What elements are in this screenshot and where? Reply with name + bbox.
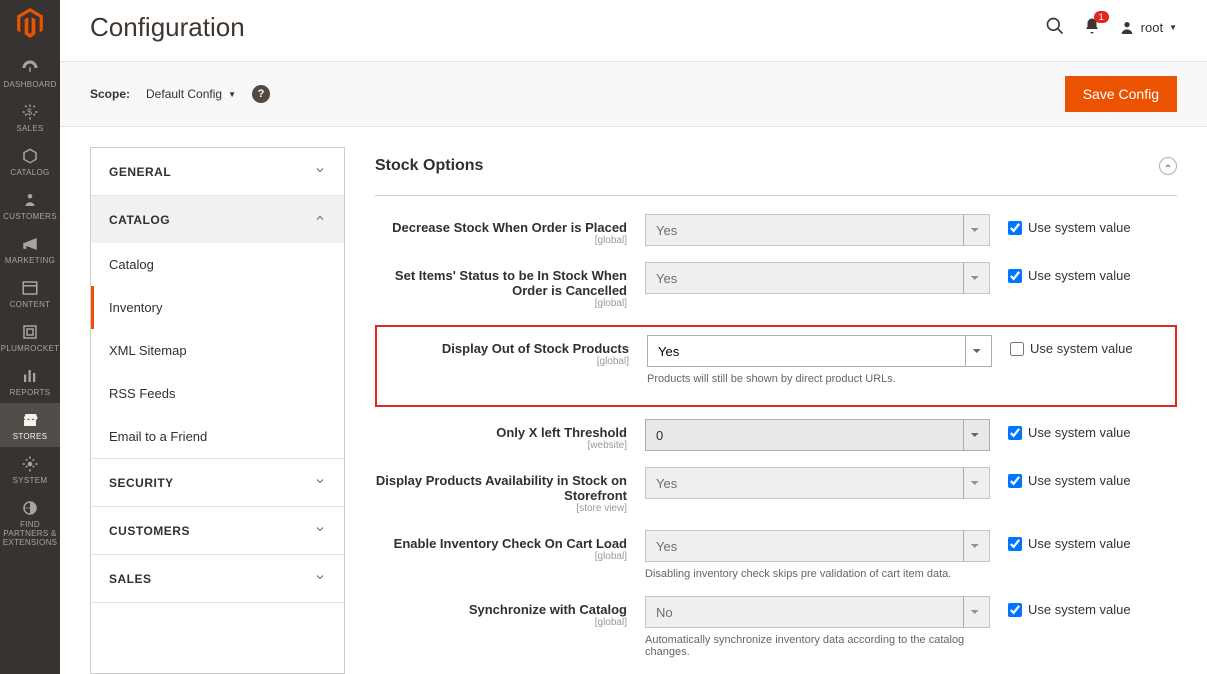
- nav-reports[interactable]: REPORTS: [0, 359, 60, 403]
- nav-system[interactable]: SYSTEM: [0, 447, 60, 491]
- collapse-icon[interactable]: [1159, 157, 1177, 175]
- field-sync-catalog: Synchronize with Catalog[global] NoAutom…: [375, 596, 1177, 658]
- field-inv-check: Enable Inventory Check On Cart Load[glob…: [375, 530, 1177, 580]
- checkbox-display-oos-system[interactable]: [1010, 342, 1024, 356]
- nav-find-partners[interactable]: FIND PARTNERS & EXTENSIONS: [0, 491, 60, 553]
- sidebar-section-general[interactable]: GENERAL: [91, 148, 344, 195]
- sidebar-section-customers[interactable]: CUSTOMERS: [91, 507, 344, 554]
- field-only-x: Only X left Threshold[website] Use syste…: [375, 419, 1177, 451]
- chevron-down-icon: [314, 523, 326, 538]
- caret-down-icon: ▼: [1169, 23, 1177, 32]
- username: root: [1141, 20, 1163, 35]
- select-set-instock: Yes: [645, 262, 990, 294]
- svg-text:$: $: [27, 107, 32, 117]
- user-menu[interactable]: root ▼: [1119, 20, 1177, 36]
- nav-stores[interactable]: STORES: [0, 403, 60, 447]
- chevron-down-icon: [314, 571, 326, 586]
- sidebar-section-sales[interactable]: SALES: [91, 555, 344, 602]
- help-icon[interactable]: ?: [252, 85, 270, 103]
- field-decrease-stock: Decrease Stock When Order is Placed[glob…: [375, 214, 1177, 246]
- sidebar-section-catalog[interactable]: CATALOG: [91, 196, 344, 243]
- field-set-instock: Set Items' Status to be In Stock When Or…: [375, 262, 1177, 309]
- field-display-oos: Display Out of Stock Products[global] Ye…: [377, 335, 1175, 385]
- config-sidebar: GENERAL CATALOG Catalog Inventory XML Si…: [90, 147, 345, 674]
- sidebar-item-rss-feeds[interactable]: RSS Feeds: [91, 372, 344, 415]
- notification-count: 1: [1094, 11, 1109, 23]
- chevron-up-icon: [314, 212, 326, 227]
- nav-marketing[interactable]: MARKETING: [0, 227, 60, 271]
- chevron-down-icon: [314, 475, 326, 490]
- checkbox-sync-catalog-system[interactable]: [1008, 603, 1022, 617]
- checkbox-inv-check-system[interactable]: [1008, 537, 1022, 551]
- config-form: Stock Options Decrease Stock When Order …: [375, 147, 1177, 674]
- sidebar-item-inventory[interactable]: Inventory: [91, 286, 344, 329]
- nav-customers[interactable]: CUSTOMERS: [0, 183, 60, 227]
- nav-sales[interactable]: $SALES: [0, 95, 60, 139]
- select-display-oos[interactable]: Yes: [647, 335, 992, 367]
- nav-catalog[interactable]: CATALOG: [0, 139, 60, 183]
- nav-plumrocket[interactable]: PLUMROCKET: [0, 315, 60, 359]
- save-config-button[interactable]: Save Config: [1065, 76, 1177, 112]
- input-only-x: [645, 419, 990, 451]
- select-inv-check: Yes: [645, 530, 990, 562]
- select-decrease-stock: Yes: [645, 214, 990, 246]
- magento-logo: [17, 8, 43, 41]
- nav-content[interactable]: CONTENT: [0, 271, 60, 315]
- checkbox-display-avail-system[interactable]: [1008, 474, 1022, 488]
- scope-selector[interactable]: Default Config ▼: [146, 87, 236, 101]
- nav-dashboard[interactable]: DASHBOARD: [0, 51, 60, 95]
- sidebar-section-security[interactable]: SECURITY: [91, 459, 344, 506]
- checkbox-set-instock-system[interactable]: [1008, 269, 1022, 283]
- admin-nav: DASHBOARD $SALES CATALOG CUSTOMERS MARKE…: [0, 0, 60, 674]
- scope-label: Scope:: [90, 87, 130, 101]
- chevron-down-icon: [314, 164, 326, 179]
- sidebar-item-catalog[interactable]: Catalog: [91, 243, 344, 286]
- caret-down-icon: ▼: [228, 90, 236, 99]
- notifications-button[interactable]: 1: [1083, 17, 1101, 38]
- field-display-avail: Display Products Availability in Stock o…: [375, 467, 1177, 514]
- search-icon[interactable]: [1045, 16, 1065, 39]
- checkbox-only-x-system[interactable]: [1008, 426, 1022, 440]
- sidebar-item-email-friend[interactable]: Email to a Friend: [91, 415, 344, 458]
- highlight-display-oos: Display Out of Stock Products[global] Ye…: [375, 325, 1177, 407]
- page-title: Configuration: [90, 12, 245, 43]
- select-display-avail: Yes: [645, 467, 990, 499]
- select-sync-catalog: No: [645, 596, 990, 628]
- checkbox-decrease-stock-system[interactable]: [1008, 221, 1022, 235]
- sidebar-item-xml-sitemap[interactable]: XML Sitemap: [91, 329, 344, 372]
- section-heading: Stock Options: [375, 157, 483, 175]
